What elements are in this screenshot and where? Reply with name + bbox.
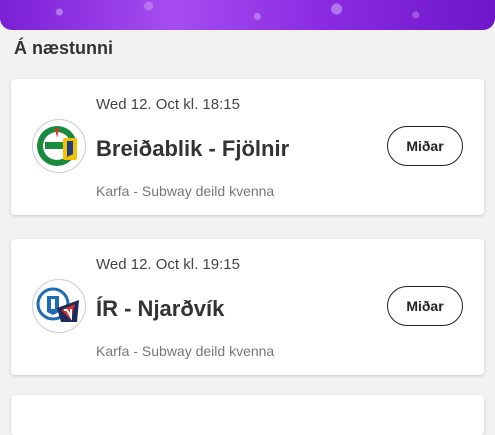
game-card[interactable] xyxy=(11,395,484,435)
game-card[interactable]: Wed 12. Oct kl. 18:15 Breiðablik - Fjöln… xyxy=(11,79,484,215)
game-league: Karfa - Subway deild kvenna xyxy=(96,183,275,199)
game-datetime: Wed 12. Oct kl. 19:15 xyxy=(96,256,240,273)
game-league: Karfa - Subway deild kvenna xyxy=(96,343,275,359)
game-datetime: Wed 12. Oct kl. 18:15 xyxy=(96,96,240,113)
game-teams: ÍR - Njarðvík xyxy=(96,296,225,321)
tickets-button[interactable]: Miðar xyxy=(387,286,463,326)
header-banner xyxy=(0,0,495,30)
section-title: Á næstunni xyxy=(14,38,113,58)
breidablik-fjolnir-logo-icon xyxy=(32,119,86,173)
game-card[interactable]: Wed 12. Oct kl. 19:15 ÍR - Njarðvík Karf… xyxy=(11,239,484,375)
ir-njardvik-logo-icon xyxy=(32,279,86,333)
game-teams: Breiðablik - Fjölnir xyxy=(96,136,290,161)
tickets-button[interactable]: Miðar xyxy=(387,126,463,166)
